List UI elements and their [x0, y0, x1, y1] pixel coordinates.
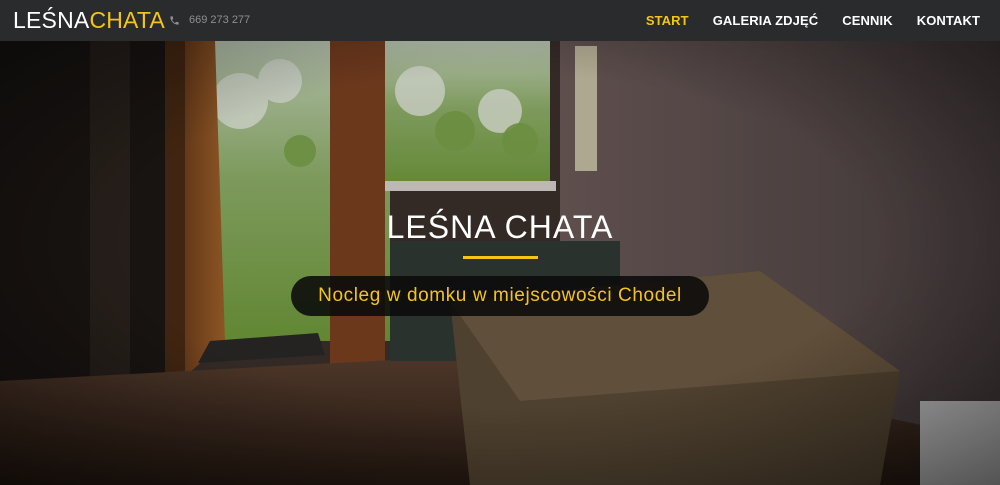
hero-background-image: [0, 41, 1000, 485]
hero-divider: [463, 256, 538, 259]
menu-item-pricing[interactable]: CENNIK: [842, 13, 892, 28]
phone-icon: [170, 15, 179, 25]
menu-item-contact[interactable]: KONTAKT: [917, 13, 980, 28]
hero-title: LEŚNA CHATA: [386, 209, 614, 245]
logo-part-2: CHATA: [89, 7, 165, 33]
main-menu: START GALERIA ZDJĘĆ CENNIK KONTAKT: [622, 0, 980, 41]
phone-number: 669 273 277: [189, 14, 251, 26]
hero-section: LEŚNA CHATA Nocleg w domku w miejscowośc…: [0, 41, 1000, 485]
logo-part-1: LEŚNA: [13, 7, 90, 33]
menu-item-start[interactable]: START: [646, 13, 689, 28]
top-navbar: LEŚNACHATA 669 273 277 START GALERIA ZDJ…: [0, 0, 1000, 41]
phone-contact[interactable]: 669 273 277: [169, 14, 250, 26]
site-logo[interactable]: LEŚNACHATA: [13, 6, 165, 34]
menu-item-gallery[interactable]: GALERIA ZDJĘĆ: [713, 13, 819, 28]
hero-subtitle: Nocleg w domku w miejscowości Chodel: [291, 276, 709, 316]
